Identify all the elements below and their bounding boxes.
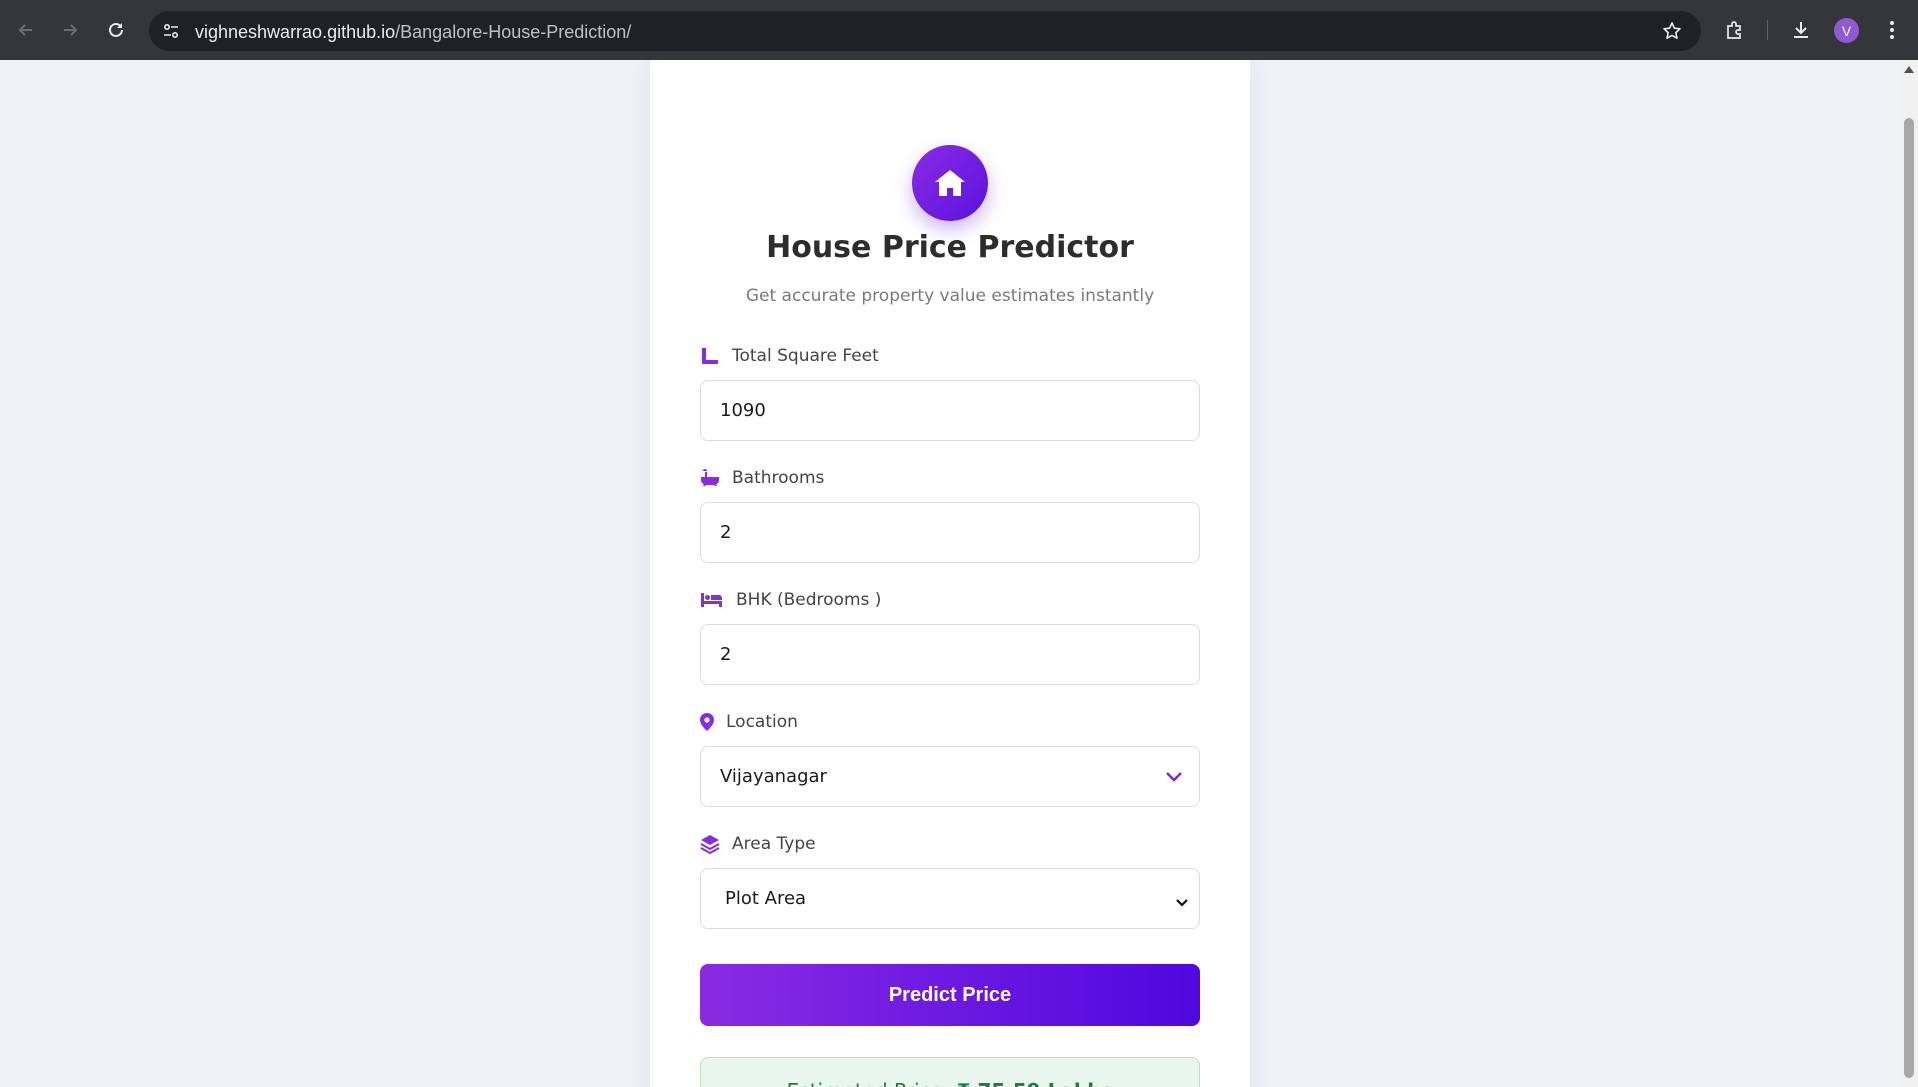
predict-price-button[interactable]: Predict Price (700, 964, 1200, 1026)
layers-icon (700, 834, 720, 854)
toolbar-divider (1767, 20, 1768, 40)
page-viewport: House Price Predictor Get accurate prope… (0, 60, 1900, 1087)
location-value: Vijayanagar (720, 766, 827, 787)
bhk-label-text: BHK (Bedrooms ) (736, 590, 882, 610)
area-type-label-text: Area Type (732, 834, 816, 854)
reload-button[interactable] (98, 12, 134, 48)
back-button[interactable] (8, 12, 44, 48)
bhk-input[interactable]: 2 (700, 624, 1200, 685)
app-logo (912, 145, 988, 221)
bath-input[interactable]: 2 (700, 502, 1200, 563)
profile-avatar[interactable]: V (1834, 18, 1859, 43)
scrollbar-thumb[interactable] (1904, 118, 1914, 1078)
location-label: Location (700, 710, 798, 734)
bookmark-star-icon[interactable] (1661, 20, 1683, 42)
map-pin-icon (700, 712, 714, 732)
browser-menu-icon[interactable] (1876, 14, 1908, 46)
estimated-price-result: Estimated Price: ₹ 75.59 Lakhs (700, 1057, 1200, 1087)
forward-button[interactable] (52, 12, 88, 48)
extensions-icon[interactable] (1719, 14, 1751, 46)
page-title: House Price Predictor (766, 230, 1134, 265)
sqft-label-text: Total Square Feet (732, 346, 879, 366)
url-text: vighneshwarrao.github.io/Bangalore-House… (195, 22, 631, 43)
predictor-card: House Price Predictor Get accurate prope… (650, 60, 1250, 1087)
result-value: ₹ 75.59 Lakhs (957, 1079, 1114, 1087)
chevron-down-icon (1175, 892, 1189, 913)
arrow-right-icon (64, 24, 78, 36)
scroll-up-arrow-icon[interactable] (1904, 66, 1914, 73)
address-bar[interactable]: vighneshwarrao.github.io/Bangalore-House… (149, 11, 1701, 51)
bath-label-text: Bathrooms (732, 468, 825, 488)
bhk-label: BHK (Bedrooms ) (700, 588, 881, 612)
bed-icon (700, 590, 724, 610)
result-prefix: Estimated Price: (787, 1079, 950, 1087)
page-subtitle: Get accurate property value estimates in… (745, 286, 1155, 306)
bath-icon (700, 468, 720, 488)
area-type-label: Area Type (700, 832, 816, 856)
area-type-select[interactable]: Plot Area (700, 868, 1200, 929)
site-settings-icon[interactable] (159, 19, 183, 43)
downloads-icon[interactable] (1785, 14, 1817, 46)
url-path: /Bangalore-House-Prediction/ (395, 22, 632, 42)
house-icon (935, 170, 965, 196)
ruler-icon (700, 346, 720, 366)
bath-label: Bathrooms (700, 466, 824, 490)
location-select[interactable]: Vijayanagar (700, 746, 1200, 807)
chevron-down-icon (1165, 767, 1183, 788)
reload-icon (109, 22, 123, 37)
page-scrollbar[interactable] (1900, 60, 1918, 1087)
browser-toolbar: vighneshwarrao.github.io/Bangalore-House… (0, 0, 1918, 60)
arrow-left-icon (18, 24, 32, 36)
sqft-label: Total Square Feet (700, 344, 879, 368)
area-type-value: Plot Area (725, 888, 807, 909)
sqft-input[interactable]: 1090 (700, 380, 1200, 441)
url-host: vighneshwarrao.github.io (195, 22, 396, 42)
location-label-text: Location (726, 712, 798, 732)
